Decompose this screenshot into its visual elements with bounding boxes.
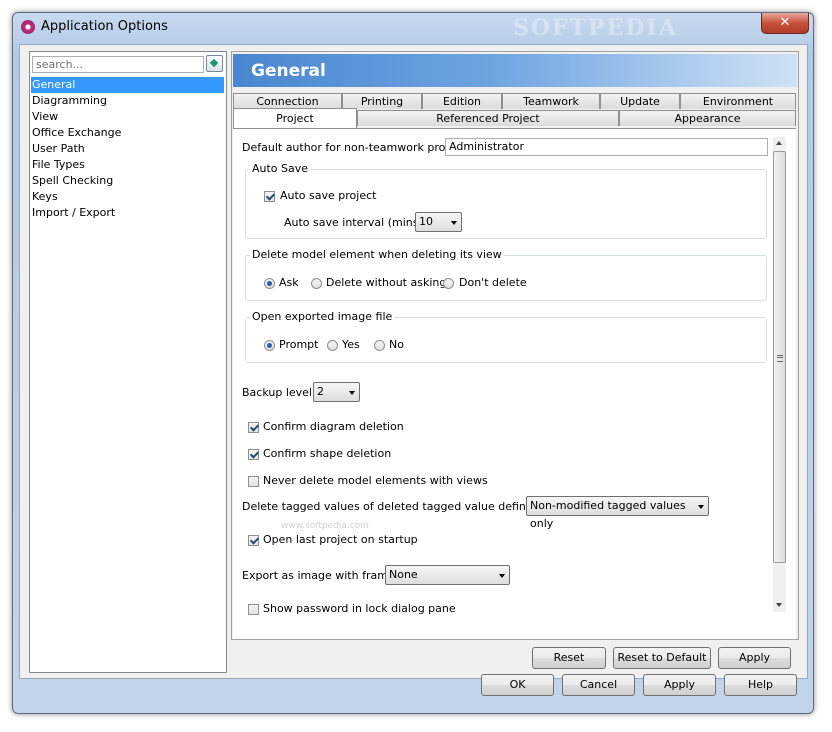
category-panel: General Diagramming View Office Exchange… (29, 51, 227, 673)
radio-no-label: No (389, 338, 404, 351)
export-frame-label: Export as image with frame : (242, 569, 402, 582)
section-banner: General (233, 54, 797, 87)
panel-apply-button[interactable]: Apply (718, 647, 791, 669)
radio-prompt[interactable] (264, 340, 275, 351)
reset-button[interactable]: Reset (532, 647, 606, 669)
tab-referenced-project[interactable]: Referenced Project (357, 110, 619, 126)
reset-to-default-button[interactable]: Reset to Default (613, 647, 711, 669)
application-options-window: Application Options SOFTPEDIA ✕ General … (12, 12, 814, 714)
delete-tagged-select[interactable]: Non-modified tagged values only (526, 496, 709, 530)
cancel-button[interactable]: Cancel (562, 674, 635, 696)
never-delete-checkbox[interactable] (248, 476, 259, 487)
radio-delete-without-asking-label: Delete without asking (326, 276, 447, 289)
radio-dont-delete-label: Don't delete (459, 276, 527, 289)
category-item-diagramming[interactable]: Diagramming (31, 93, 224, 109)
show-password-label: Show password in lock dialog pane (263, 602, 456, 615)
vertical-scrollbar[interactable] (773, 137, 786, 612)
radio-yes-label: Yes (342, 338, 360, 351)
auto-save-interval-value: 10 (419, 215, 433, 228)
category-item-import-export[interactable]: Import / Export (31, 205, 224, 221)
show-password-checkbox[interactable] (248, 604, 259, 615)
delete-tagged-value: Non-modified tagged values only (530, 499, 686, 530)
radio-ask-label: Ask (279, 276, 299, 289)
softpedia-url-watermark: www.softpedia.com (281, 521, 369, 531)
auto-save-label: Auto save project (280, 189, 377, 202)
chevron-down-icon (698, 505, 704, 509)
backup-level-label: Backup level : (242, 386, 320, 399)
backup-level-select[interactable]: 2 (313, 382, 360, 402)
radio-delete-without-asking[interactable] (311, 278, 322, 289)
category-item-office-exchange[interactable]: Office Exchange (31, 125, 224, 141)
radio-dont-delete[interactable] (443, 278, 454, 289)
title-bar[interactable]: Application Options SOFTPEDIA ✕ (13, 13, 813, 43)
close-icon: ✕ (779, 15, 791, 30)
category-item-keys[interactable]: Keys (31, 189, 224, 205)
chevron-down-icon (499, 574, 505, 578)
tab-teamwork[interactable]: Teamwork (502, 93, 600, 109)
chevron-down-icon (349, 391, 355, 395)
confirm-diagram-label: Confirm diagram deletion (263, 420, 404, 433)
tab-edition[interactable]: Edition (422, 93, 502, 109)
auto-save-checkbox[interactable] (264, 191, 275, 202)
auto-save-group: Auto Save Auto save project Auto save in… (245, 162, 767, 239)
category-item-user-path[interactable]: User Path (31, 141, 224, 157)
grip-icon (777, 355, 783, 362)
tab-environment[interactable]: Environment (680, 93, 796, 109)
radio-prompt-label: Prompt (279, 338, 319, 351)
tab-update[interactable]: Update (600, 93, 680, 109)
confirm-shape-checkbox[interactable] (248, 449, 259, 460)
never-delete-label: Never delete model elements with views (263, 474, 488, 487)
settings-panel: General Connection Printing Edition Team… (231, 51, 799, 640)
app-icon (21, 20, 35, 34)
category-list: General Diagramming View Office Exchange… (31, 77, 224, 221)
confirm-shape-label: Confirm shape deletion (263, 447, 392, 460)
tab-row-1: Connection Printing Edition Teamwork Upd… (233, 93, 797, 109)
tab-appearance[interactable]: Appearance (619, 110, 796, 126)
auto-save-group-title: Auto Save (250, 162, 311, 175)
open-image-group: Open exported image file Prompt Yes No (245, 310, 767, 363)
delete-model-group: Delete model element when deleting its v… (245, 248, 767, 301)
search-icon[interactable] (206, 55, 223, 72)
confirm-diagram-checkbox[interactable] (248, 422, 259, 433)
scroll-down-icon[interactable] (776, 603, 782, 607)
project-tab-page: Default author for non-teamwork project:… (233, 128, 796, 639)
default-author-field[interactable]: Administrator (445, 138, 768, 156)
dialog-client-area: General Diagramming View Office Exchange… (19, 44, 808, 679)
radio-no[interactable] (374, 340, 385, 351)
ok-button[interactable]: OK (481, 674, 554, 696)
default-author-label: Default author for non-teamwork project: (242, 141, 470, 154)
window-title: Application Options (41, 19, 168, 34)
scroll-up-icon[interactable] (776, 141, 782, 145)
section-title: General (251, 61, 326, 81)
category-item-view[interactable]: View (31, 109, 224, 125)
tab-printing[interactable]: Printing (342, 93, 422, 109)
auto-save-interval-select[interactable]: 10 (415, 212, 462, 232)
chevron-down-icon (451, 221, 457, 225)
scrollbar-thumb[interactable] (773, 151, 786, 563)
radio-yes[interactable] (327, 340, 338, 351)
category-item-general[interactable]: General (31, 77, 224, 93)
open-last-checkbox[interactable] (248, 535, 259, 546)
radio-ask[interactable] (264, 278, 275, 289)
open-last-label: Open last project on startup (263, 533, 418, 546)
search-input[interactable] (32, 56, 204, 73)
tab-row-2: Project Referenced Project Appearance (233, 108, 797, 128)
dialog-apply-button[interactable]: Apply (643, 674, 716, 696)
help-button[interactable]: Help (724, 674, 797, 696)
category-item-spell-checking[interactable]: Spell Checking (31, 173, 224, 189)
open-image-group-title: Open exported image file (250, 310, 395, 323)
tab-connection[interactable]: Connection (233, 93, 342, 109)
export-frame-value: None (389, 568, 418, 581)
auto-save-interval-label: Auto save interval (mins) : (284, 216, 430, 229)
delete-model-group-title: Delete model element when deleting its v… (250, 248, 504, 261)
softpedia-watermark: SOFTPEDIA (513, 15, 678, 41)
close-button[interactable]: ✕ (761, 13, 809, 34)
delete-tagged-label: Delete tagged values of deleted tagged v… (242, 500, 563, 513)
export-frame-select[interactable]: None (385, 565, 510, 585)
tab-project[interactable]: Project (233, 108, 357, 128)
category-item-file-types[interactable]: File Types (31, 157, 224, 173)
backup-level-value: 2 (317, 385, 324, 398)
